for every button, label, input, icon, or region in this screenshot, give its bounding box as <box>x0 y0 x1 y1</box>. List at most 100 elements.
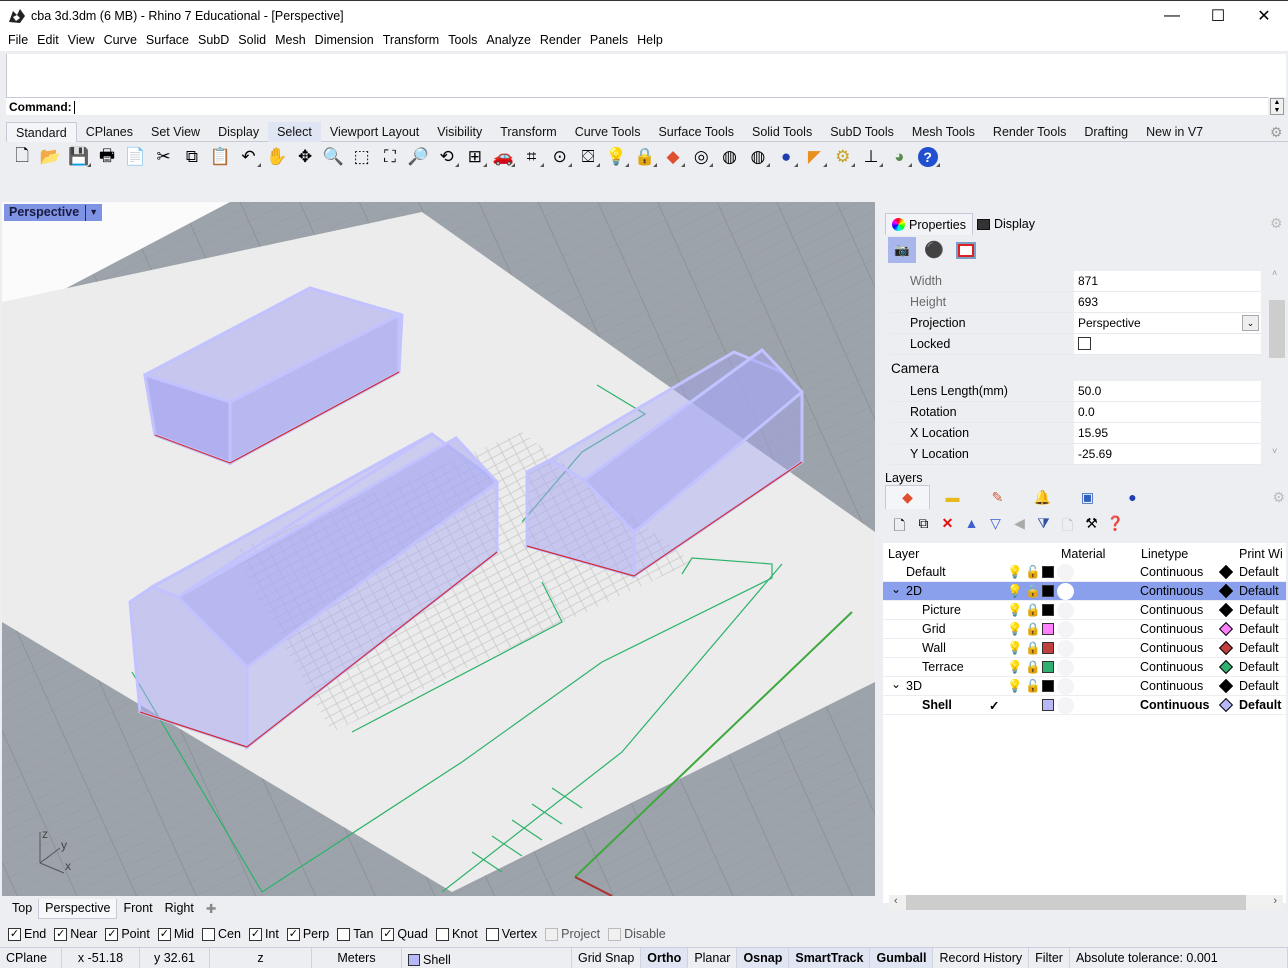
view-tab-right[interactable]: Right <box>159 899 200 919</box>
cplane-indicator[interactable]: CPlane <box>0 948 62 968</box>
zoom-extents-button[interactable]: ⛶ <box>376 144 404 170</box>
layer-name[interactable]: Shell <box>922 698 952 712</box>
layer-visible-bulb-icon[interactable]: 💡 <box>1007 603 1023 618</box>
layer-linetype[interactable]: Continuous <box>1140 698 1209 712</box>
dimension-button[interactable]: ⊥ <box>857 144 885 170</box>
tab-transform[interactable]: Transform <box>491 122 566 142</box>
maximize-button[interactable]: ☐ <box>1195 1 1241 31</box>
print-color-diamond-icon[interactable] <box>1218 621 1234 637</box>
target-icon[interactable]: ⚫ <box>920 237 948 263</box>
tools-icon[interactable]: ⚒ <box>1081 515 1102 539</box>
menu-solid[interactable]: Solid <box>234 31 271 51</box>
osnap-project[interactable]: Project <box>545 927 600 941</box>
move-up-icon[interactable]: ▲ <box>961 515 982 539</box>
command-history[interactable] <box>6 54 1286 97</box>
layer-row-2d[interactable]: ⌄ 2D 💡 🔒 Continuous Default <box>883 582 1286 601</box>
osnap-end-checkbox[interactable]: ✓ <box>8 927 21 941</box>
osnap-near[interactable]: ✓ Near <box>54 927 97 941</box>
grasshopper-button[interactable]: ◕ <box>885 144 913 170</box>
layer-locked-icon[interactable]: 🔒 <box>1025 622 1041 637</box>
layers-settings-gear-icon[interactable]: ⚙ <box>1272 485 1285 509</box>
column-material[interactable]: Material <box>1061 547 1105 561</box>
layer-visible-bulb-icon[interactable]: 💡 <box>1007 565 1023 580</box>
layer-row-wall[interactable]: Wall 💡 🔒 Continuous Default <box>883 639 1286 658</box>
osnap-disable[interactable]: Disable <box>608 927 666 941</box>
property-value[interactable] <box>1074 334 1261 354</box>
menu-transform[interactable]: Transform <box>379 31 445 51</box>
toolbar-settings-gear-icon[interactable]: ⚙ <box>1270 124 1283 141</box>
layer-print-width[interactable]: Default <box>1239 698 1281 712</box>
menu-panels[interactable]: Panels <box>586 31 633 51</box>
print-color-diamond-icon[interactable] <box>1218 678 1234 694</box>
osnap-quad[interactable]: ✓ Quad <box>381 927 428 941</box>
layer-state-icon[interactable]: 🗋 <box>1057 515 1078 539</box>
layer-name[interactable]: Wall <box>922 641 946 655</box>
layer-name[interactable]: Grid <box>922 622 946 636</box>
cut-button[interactable]: ✂ <box>149 144 177 170</box>
layer-name[interactable]: 2D <box>906 584 922 598</box>
print-button[interactable]: 🖶 <box>93 144 121 170</box>
libraries-tab-icon[interactable]: ▬ <box>930 485 975 509</box>
undo-button[interactable]: ↶ <box>234 144 262 170</box>
layer-material-icon[interactable] <box>1057 697 1074 714</box>
layer-locked-icon[interactable]: 🔒 <box>1025 641 1041 656</box>
menu-subd[interactable]: SubD <box>194 31 234 51</box>
projection-dropdown-chevron-icon[interactable]: ⌄ <box>1242 315 1259 331</box>
tab-curve-tools[interactable]: Curve Tools <box>566 122 650 142</box>
layer-linetype[interactable]: Continuous <box>1140 584 1203 598</box>
tab-visibility[interactable]: Visibility <box>428 122 491 142</box>
tab-select[interactable]: Select <box>268 122 321 142</box>
layer-color-swatch[interactable] <box>1042 566 1054 578</box>
tab-new-in-v7[interactable]: New in V7 <box>1137 122 1212 142</box>
expand-chevron-icon[interactable]: ⌄ <box>891 677 901 691</box>
pan-button[interactable]: ✋ <box>263 144 291 170</box>
notifications-tab-icon[interactable]: 🔔 <box>1020 485 1065 509</box>
locked-checkbox[interactable] <box>1078 337 1091 350</box>
toggle-planar[interactable]: Planar <box>688 948 738 968</box>
copy-button[interactable]: ⧉ <box>178 144 206 170</box>
layer-name[interactable]: Picture <box>922 603 961 617</box>
wallpaper-icon[interactable] <box>952 237 980 263</box>
layer-locked-icon[interactable]: 🔒 <box>1025 660 1041 675</box>
layer-row-shell[interactable]: Shell ✓ Continuous Default <box>883 696 1286 715</box>
layer-locked-icon[interactable]: 🔒 <box>1025 584 1041 599</box>
layers-scrollbar-thumb[interactable] <box>906 895 1246 910</box>
property-value[interactable]: 0.0 <box>1074 402 1261 422</box>
zoom-dynamic-button[interactable]: 🔍 <box>319 144 347 170</box>
osnap-vertex[interactable]: Vertex <box>485 927 537 941</box>
layer-row-grid[interactable]: Grid 💡 🔒 Continuous Default <box>883 620 1286 639</box>
view-tab-top[interactable]: Top <box>6 899 38 919</box>
menu-render[interactable]: Render <box>536 31 586 51</box>
layer-visible-bulb-icon[interactable]: 💡 <box>1007 660 1023 675</box>
rotate-view-button[interactable]: ✥ <box>291 144 319 170</box>
camera-icon[interactable]: 📷 <box>888 237 916 263</box>
osnap-knot[interactable]: Knot <box>436 927 478 941</box>
tab-render-tools[interactable]: Render Tools <box>984 122 1075 142</box>
perspective-viewport[interactable]: z y x <box>2 202 875 896</box>
select-objects-button[interactable]: ⛋ <box>574 144 602 170</box>
toggle-osnap[interactable]: Osnap <box>737 948 790 968</box>
layer-name[interactable]: 3D <box>906 679 922 693</box>
property-value[interactable]: 50.0 <box>1074 381 1261 401</box>
layer-unlocked-icon[interactable]: 🔓 <box>1025 565 1041 580</box>
layer-row-default[interactable]: Default 💡 🔓 Continuous Default <box>883 563 1286 582</box>
tab-surface-tools[interactable]: Surface Tools <box>649 122 743 142</box>
minimize-button[interactable]: — <box>1149 1 1195 31</box>
menu-surface[interactable]: Surface <box>142 31 194 51</box>
print-color-diamond-icon[interactable] <box>1218 602 1234 618</box>
layer-color-swatch[interactable] <box>1042 661 1054 673</box>
layer-linetype[interactable]: Continuous <box>1140 641 1203 655</box>
layer-unlocked-icon[interactable]: 🔓 <box>1025 679 1041 694</box>
layer-material-icon[interactable] <box>1057 583 1074 600</box>
layer-color-swatch[interactable] <box>1042 604 1054 616</box>
toggle-record-history[interactable]: Record History <box>933 948 1030 968</box>
tab-mesh-tools[interactable]: Mesh Tools <box>903 122 984 142</box>
print-color-diamond-icon[interactable] <box>1218 583 1234 599</box>
column-print-width[interactable]: Print Wi <box>1239 547 1283 561</box>
menu-file[interactable]: File <box>4 31 33 51</box>
view-tab-front[interactable]: Front <box>117 899 158 919</box>
layer-print-width[interactable]: Default <box>1239 603 1279 617</box>
layer-print-width[interactable]: Default <box>1239 679 1279 693</box>
undo-view-button[interactable]: ⟲ <box>432 144 460 170</box>
toggle-gumball[interactable]: Gumball <box>870 948 934 968</box>
